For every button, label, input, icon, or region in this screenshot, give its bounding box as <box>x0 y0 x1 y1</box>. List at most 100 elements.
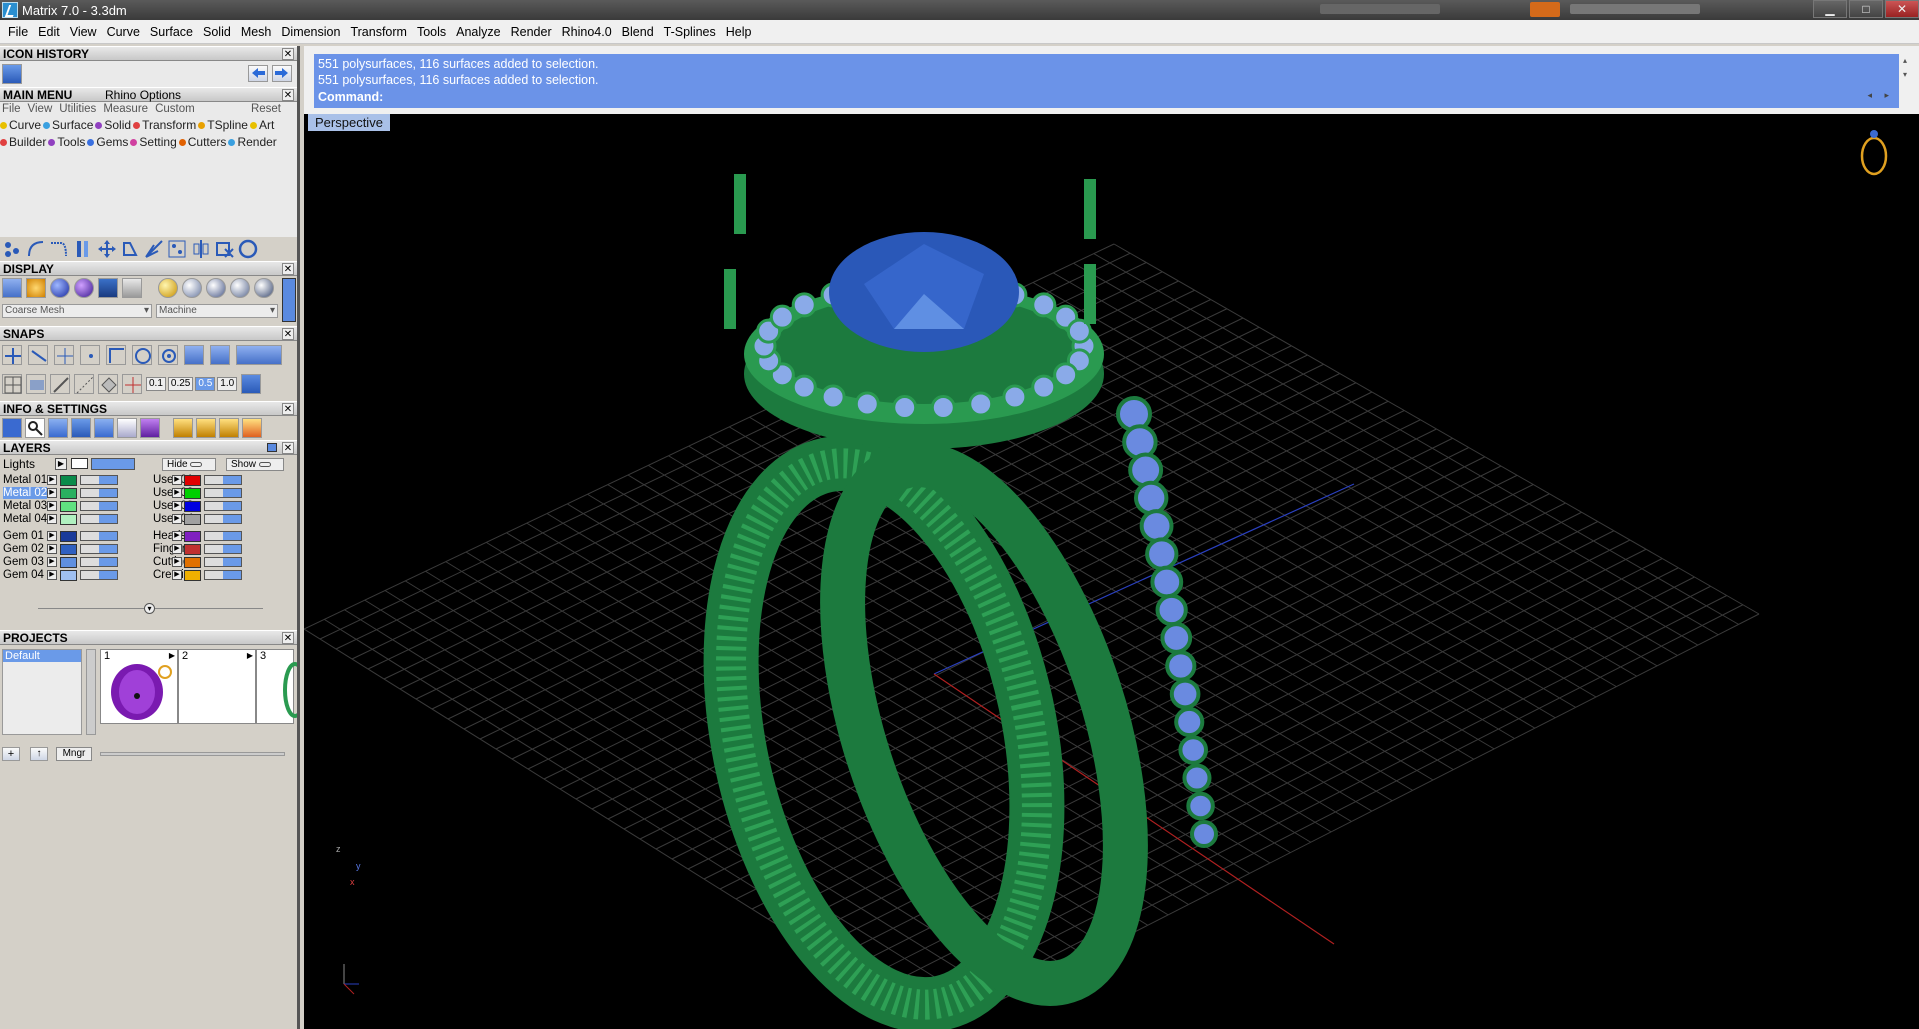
menu-analyze[interactable]: Analyze <box>451 23 505 41</box>
layer-color-swatch[interactable] <box>184 475 201 486</box>
points-tool-icon[interactable] <box>2 239 22 259</box>
menu-category-tools[interactable]: Tools <box>48 135 85 149</box>
play-icon[interactable]: ▶ <box>55 458 67 470</box>
layer-visibility-toggle[interactable] <box>204 531 242 541</box>
play-icon[interactable]: ▶ <box>47 557 57 567</box>
planar-snap-icon[interactable] <box>26 374 46 394</box>
layer-name[interactable]: Metal 04 <box>3 513 47 525</box>
layer-visibility-toggle[interactable] <box>80 488 118 498</box>
play-icon[interactable]: ▶ <box>47 501 57 511</box>
perp-snap-icon[interactable] <box>158 345 178 365</box>
lights-swatch[interactable] <box>71 458 88 469</box>
material-select[interactable]: Machine ▾ <box>156 304 278 318</box>
array-tool-icon[interactable] <box>167 239 187 259</box>
tan-snap-icon[interactable] <box>184 345 204 365</box>
display-scroll[interactable] <box>282 278 296 322</box>
menu-blend[interactable]: Blend <box>617 23 659 41</box>
shaded-icon[interactable] <box>26 278 46 298</box>
split-tool-icon[interactable] <box>73 239 93 259</box>
menu-solid[interactable]: Solid <box>198 23 236 41</box>
layer-visibility-toggle[interactable] <box>204 544 242 554</box>
layer-visibility-toggle[interactable] <box>204 488 242 498</box>
play-icon[interactable]: ▶ <box>172 570 182 580</box>
add-project-icon[interactable]: + <box>2 747 20 761</box>
project-list-scroll[interactable] <box>86 649 96 735</box>
gumball-icon[interactable] <box>98 374 118 394</box>
back-arrow-icon[interactable] <box>248 65 268 82</box>
ortho-snap-icon[interactable] <box>236 345 282 365</box>
layer-visibility-toggle[interactable] <box>80 570 118 580</box>
layer-visibility-toggle[interactable] <box>80 557 118 567</box>
chrome-material-icon[interactable] <box>230 278 250 298</box>
history-scroll-icon[interactable]: ▴ ▾ <box>1899 54 1911 84</box>
menu-rhino4-0[interactable]: Rhino4.0 <box>557 23 617 41</box>
boolean-tool-icon[interactable] <box>215 239 235 259</box>
menu-category-gems[interactable]: Gems <box>87 135 128 149</box>
layers-minimize-icon[interactable] <box>267 443 277 452</box>
layer-name[interactable]: Gem 04 <box>3 569 44 581</box>
layer-visibility-toggle[interactable] <box>80 514 118 524</box>
menu-surface[interactable]: Surface <box>145 23 198 41</box>
ghosted-icon[interactable] <box>74 278 94 298</box>
xray-icon[interactable] <box>98 278 118 298</box>
menu-category-curve[interactable]: Curve <box>0 118 41 132</box>
play-icon[interactable]: ▶ <box>47 488 57 498</box>
maximize-icon[interactable]: □ <box>1849 0 1883 18</box>
layer-visibility-toggle[interactable] <box>80 475 118 485</box>
command-line[interactable]: Command: <box>314 88 1899 108</box>
platinum-material-icon[interactable] <box>206 278 226 298</box>
close-icon[interactable]: ✕ <box>1885 0 1919 18</box>
layer-visibility-toggle[interactable] <box>204 514 242 524</box>
layer-color-swatch[interactable] <box>184 544 201 555</box>
cube-icon[interactable] <box>140 418 160 438</box>
submenu-measure[interactable]: Measure <box>103 103 148 115</box>
close-icon[interactable]: ✕ <box>282 403 294 415</box>
layer-row[interactable]: Finger ▶ <box>150 543 290 556</box>
box-icon[interactable] <box>71 418 91 438</box>
layer-color-swatch[interactable] <box>60 531 77 542</box>
settings-gear-icon[interactable] <box>2 418 22 438</box>
layer-visibility-toggle[interactable] <box>204 557 242 567</box>
info-tool-3-icon[interactable] <box>219 418 239 438</box>
layer-color-swatch[interactable] <box>184 557 201 568</box>
menu-category-solid[interactable]: Solid <box>95 118 131 132</box>
grid-snap-icon[interactable] <box>2 374 22 394</box>
layer-color-swatch[interactable] <box>60 488 77 499</box>
info-tool-2-icon[interactable] <box>196 418 216 438</box>
layer-visibility-toggle[interactable] <box>204 475 242 485</box>
layer-name[interactable]: Metal 01 <box>3 474 47 486</box>
menu-dimension[interactable]: Dimension <box>276 23 345 41</box>
submenu-file[interactable]: File <box>2 103 21 115</box>
play-icon[interactable]: ▶ <box>172 488 182 498</box>
layer-color-swatch[interactable] <box>60 570 77 581</box>
layer-row[interactable]: Gem 02 ▶ <box>0 543 150 556</box>
close-icon[interactable]: ✕ <box>282 328 294 340</box>
play-icon[interactable]: ▶ <box>47 475 57 485</box>
play-icon[interactable]: ▶ <box>47 544 57 554</box>
layer-visibility-toggle[interactable] <box>80 501 118 511</box>
close-icon[interactable]: ✕ <box>282 632 294 644</box>
project-list[interactable]: Default <box>2 649 82 735</box>
project-snap-icon[interactable] <box>50 374 70 394</box>
layer-row[interactable]: Metal 01 ▶ <box>0 474 150 487</box>
folder-icon[interactable] <box>2 64 22 84</box>
arc-tool-icon[interactable] <box>26 239 46 259</box>
menu-view[interactable]: View <box>65 23 102 41</box>
render-icon[interactable] <box>50 278 70 298</box>
layer-color-swatch[interactable] <box>184 531 201 542</box>
forward-arrow-icon[interactable] <box>272 65 292 82</box>
move-tool-icon[interactable] <box>97 239 117 259</box>
play-icon[interactable]: ▶ <box>47 531 57 541</box>
end-snap-icon[interactable] <box>2 345 22 365</box>
curve-tool-icon[interactable] <box>49 239 69 259</box>
layer-visibility-toggle[interactable] <box>204 570 242 580</box>
show-button[interactable]: Show <box>226 458 284 471</box>
layer-color-swatch[interactable] <box>184 488 201 499</box>
submenu-custom[interactable]: Custom <box>155 103 195 115</box>
layer-visibility-toggle[interactable] <box>80 544 118 554</box>
smarttrack-icon[interactable] <box>74 374 94 394</box>
project-slot-3[interactable]: 3 <box>256 649 297 724</box>
projects-scroll[interactable] <box>100 752 285 756</box>
search-icon[interactable] <box>25 418 45 438</box>
menu-curve[interactable]: Curve <box>102 23 145 41</box>
